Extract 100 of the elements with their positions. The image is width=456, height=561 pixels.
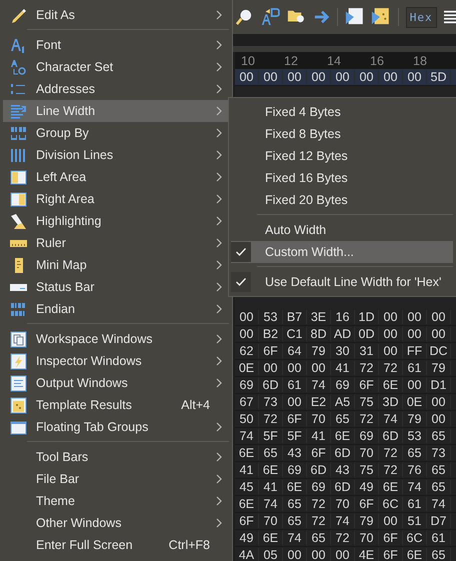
menu-item[interactable]: Tool Bars bbox=[3, 446, 230, 468]
hex-byte: 41 bbox=[331, 361, 355, 375]
menu-item[interactable]: Mini Map bbox=[3, 254, 230, 276]
hex-byte: 43 bbox=[283, 446, 307, 460]
menu-item[interactable]: Use Default Line Width for 'Hex' bbox=[231, 271, 453, 293]
hex-row[interactable]: 45 41 6E 69 6D 49 6E 74 65 bbox=[235, 479, 456, 496]
hex-byte: 6C bbox=[403, 531, 427, 545]
hex-byte: 6E bbox=[331, 429, 355, 443]
hex-byte: 72 bbox=[331, 531, 355, 545]
menu-item[interactable]: Fixed 8 Bytes bbox=[231, 123, 453, 145]
menu-item[interactable]: File Bar bbox=[3, 468, 230, 490]
hex-byte: 00 bbox=[379, 344, 403, 358]
menu-item[interactable]: Fixed 12 Bytes bbox=[231, 145, 453, 167]
hex-byte: 74 bbox=[427, 497, 451, 511]
replace-icon[interactable] bbox=[260, 6, 280, 28]
menu-item[interactable]: Fixed 16 Bytes bbox=[231, 167, 453, 189]
hex-byte: 74 bbox=[259, 497, 283, 511]
hex-byte: 74 bbox=[379, 412, 403, 426]
hex-byte: 69 bbox=[235, 378, 259, 392]
hex-byte: 72 bbox=[307, 514, 331, 528]
hex-byte: 72 bbox=[379, 361, 403, 375]
menu-item[interactable]: Character Set bbox=[3, 56, 230, 78]
menu-item[interactable]: Ruler bbox=[3, 232, 230, 254]
hex-byte: 00 bbox=[403, 310, 427, 324]
line-width-icon[interactable] bbox=[444, 8, 456, 26]
left-panel-icon bbox=[10, 168, 26, 186]
menu-item[interactable]: Status Bar bbox=[3, 276, 230, 298]
ruler-label: 18 bbox=[413, 54, 428, 68]
hex-byte: 16 bbox=[331, 310, 355, 324]
hex-byte: 76 bbox=[403, 463, 427, 477]
menu-item[interactable]: Division Lines bbox=[3, 144, 230, 166]
hex-mode-button[interactable]: Hex bbox=[406, 6, 437, 28]
hex-byte: 6F bbox=[355, 497, 379, 511]
menu-item[interactable]: Font bbox=[3, 34, 230, 56]
menu-item[interactable]: Workspace Windows bbox=[3, 328, 230, 350]
hex-byte: 6E bbox=[283, 480, 307, 494]
ruler-label: 12 bbox=[284, 54, 299, 68]
hex-byte: 6F bbox=[355, 378, 379, 392]
menu-item[interactable]: Output Windows bbox=[3, 372, 230, 394]
hex-row[interactable]: 41 6E 69 6D 43 75 72 76 65 bbox=[235, 462, 456, 479]
hex-byte: 49 bbox=[355, 480, 379, 494]
hex-byte: 75 bbox=[355, 463, 379, 477]
hex-row[interactable]: 00 B2 C1 8D AD 0D 00 00 00 bbox=[235, 326, 456, 343]
hex-byte: 00 bbox=[235, 70, 259, 84]
menu-item[interactable]: Enter Full Screen Ctrl+F8 bbox=[3, 534, 230, 556]
hex-byte: 6D bbox=[379, 429, 403, 443]
menu-item[interactable]: Line Width bbox=[3, 100, 230, 122]
hex-row[interactable]: 6E 74 65 72 70 6F 6C 61 74 bbox=[235, 496, 456, 513]
hex-byte: D7 bbox=[427, 514, 451, 528]
menu-item[interactable]: Inspector Windows bbox=[3, 350, 230, 372]
arrow-right-icon[interactable] bbox=[314, 9, 330, 25]
hex-byte: 00 bbox=[427, 327, 451, 341]
hex-byte: 6E bbox=[259, 531, 283, 545]
hex-row[interactable]: 0E 00 00 00 41 72 72 61 79 bbox=[235, 360, 456, 377]
hex-byte: 61 bbox=[403, 497, 427, 511]
menu-item[interactable]: Right Area bbox=[3, 188, 230, 210]
menu-item[interactable]: Group By bbox=[3, 122, 230, 144]
hex-row[interactable]: 4A 05 00 00 00 4E 6F 6E 65 bbox=[235, 547, 456, 561]
menu-item[interactable]: Endian bbox=[3, 298, 230, 320]
hex-byte: 73 bbox=[259, 395, 283, 409]
menu-item[interactable]: Custom Width... bbox=[231, 241, 453, 263]
hex-byte: 6E bbox=[259, 463, 283, 477]
scroll-window-icon bbox=[10, 396, 26, 414]
search-icon[interactable] bbox=[236, 7, 254, 27]
menu-item[interactable]: Left Area bbox=[3, 166, 230, 188]
menu-item[interactable]: Fixed 4 Bytes bbox=[231, 101, 453, 123]
hex-row[interactable]: 50 72 6F 70 65 72 74 79 00 bbox=[235, 411, 456, 428]
menu-item[interactable]: Fixed 20 Bytes bbox=[231, 189, 453, 211]
hex-row[interactable]: 6F 70 65 72 74 79 00 51 D7 bbox=[235, 513, 456, 530]
hex-byte: B7 bbox=[283, 310, 307, 324]
hex-row[interactable]: 00 53 B7 3E 16 1D 00 00 00 bbox=[235, 309, 456, 326]
hex-row[interactable]: 00 00 00 00 00 00 00 00 5D bbox=[235, 69, 456, 86]
hex-row[interactable]: 6E 65 43 6F 6D 70 72 65 73 bbox=[235, 445, 456, 462]
hex-byte: 41 bbox=[235, 463, 259, 477]
hex-byte: 65 bbox=[403, 446, 427, 460]
hex-byte: 6E bbox=[379, 480, 403, 494]
menu-item[interactable]: Floating Tab Groups bbox=[3, 416, 230, 438]
hex-row[interactable]: 69 6D 61 74 69 6F 6E 00 D1 bbox=[235, 377, 456, 394]
menu-item[interactable]: Other Windows bbox=[3, 512, 230, 534]
hex-row[interactable]: 74 5F 5F 41 6E 69 6D 53 65 bbox=[235, 428, 456, 445]
menu-item[interactable]: Highlighting bbox=[3, 210, 230, 232]
hex-row[interactable]: 49 6E 74 65 72 70 6F 6C 61 bbox=[235, 530, 456, 547]
menu-item[interactable]: Auto Width bbox=[231, 219, 453, 241]
hex-row[interactable]: 67 73 00 E2 A5 75 3D 0E 00 bbox=[235, 394, 456, 411]
hex-byte: 53 bbox=[259, 310, 283, 324]
hex-byte: 5F bbox=[283, 429, 307, 443]
menu-item[interactable]: Edit As bbox=[3, 4, 230, 26]
hex-byte: 6F bbox=[379, 548, 403, 561]
hex-byte: C1 bbox=[283, 327, 307, 341]
menu-item[interactable]: Theme bbox=[3, 490, 230, 512]
hex-byte: 70 bbox=[259, 514, 283, 528]
ruler-label: 16 bbox=[370, 54, 385, 68]
hex-byte: 74 bbox=[283, 531, 307, 545]
menu-item[interactable]: Template Results Alt+4 bbox=[3, 394, 230, 416]
hex-row[interactable]: 62 6F 64 79 30 31 00 FF DC bbox=[235, 343, 456, 360]
right-panel-icon bbox=[10, 190, 26, 208]
hex-byte: 00 bbox=[379, 327, 403, 341]
hex-byte: 00 bbox=[403, 70, 427, 84]
menu-item[interactable]: Addresses bbox=[3, 78, 230, 100]
hex-byte: 00 bbox=[307, 548, 331, 561]
